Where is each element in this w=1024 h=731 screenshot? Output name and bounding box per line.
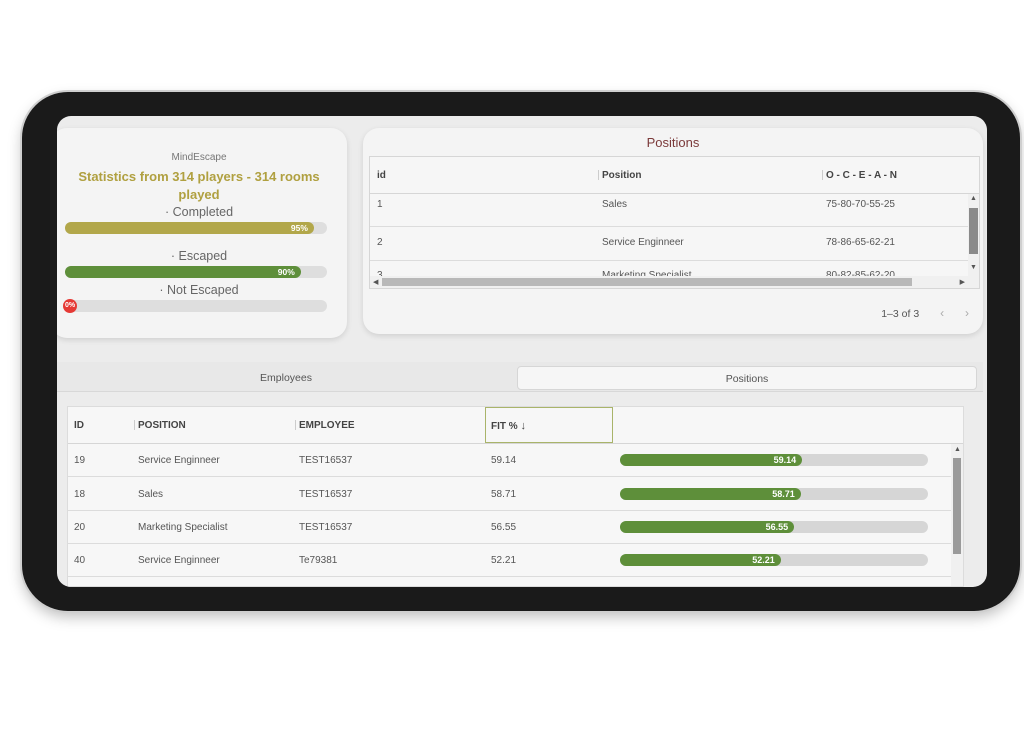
arrow-down-icon[interactable]: ↓ [520, 420, 526, 432]
fit-progress-value: 52.21 [752, 555, 775, 565]
column-header-ocean[interactable]: O - C - E - A - N [826, 170, 897, 181]
progress-value-completed: 95% [290, 223, 308, 233]
progress-value-not-escaped: 0% [63, 299, 77, 313]
fit-progress-fill: 58.71 [620, 488, 801, 500]
pagination-range: 1–3 of 3 [881, 308, 920, 320]
cell-position: Service Enginneer [138, 555, 220, 566]
cell-id: 40 [74, 555, 86, 566]
positions-table: id Position O - C - E - A - N 1 Sales 75… [369, 156, 980, 289]
app-screen: MindEscape Statistics from 314 players -… [57, 116, 987, 587]
column-header-position[interactable]: Position [602, 170, 641, 181]
cell-employee: TEST16537 [299, 455, 353, 466]
table-row[interactable]: 18 Sales TEST16537 58.71 58.71 [68, 478, 963, 511]
cell-position: Sales [602, 199, 628, 210]
scrollbar-thumb[interactable] [953, 458, 961, 554]
employees-table: ID POSITION EMPLOYEE FIT % ↓ 19 Service … [67, 406, 964, 587]
column-header-position[interactable]: POSITION [138, 420, 186, 431]
brand-name: MindEscape [171, 152, 227, 163]
stats-card: MindEscape Statistics from 314 players -… [57, 128, 347, 338]
column-header-fit[interactable]: FIT % ↓ [491, 420, 526, 432]
progress-escaped: 90% [65, 266, 327, 278]
cell-ocean: 75-80-70-55-25 [826, 199, 895, 210]
scroll-right-icon[interactable]: ▶ [960, 278, 965, 286]
positions-vertical-scrollbar[interactable]: ▲ ▼ [968, 194, 979, 277]
table-row[interactable]: 1 Sales 75-80-70-55-25 [370, 194, 979, 227]
tab-bar: Employees Positions [57, 362, 983, 392]
scroll-down-icon[interactable]: ▼ [970, 264, 977, 271]
tab-employees[interactable]: Employees [57, 366, 515, 390]
cell-id: 19 [74, 455, 86, 466]
cell-position: Service Enginneer [138, 455, 220, 466]
fit-progress-bar: 56.55 [620, 521, 928, 533]
progress-fill-escaped: 90% [65, 266, 301, 278]
column-separator[interactable] [295, 420, 296, 430]
scrollbar-thumb[interactable] [382, 278, 912, 286]
employees-vertical-scrollbar[interactable]: ▲ [951, 444, 963, 586]
column-header-id[interactable]: id [377, 170, 386, 181]
cell-employee: TEST16537 [299, 489, 353, 500]
cell-id: 18 [74, 489, 86, 500]
cell-employee: TEST16537 [299, 522, 353, 533]
progress-completed: 95% [65, 222, 327, 234]
cell-ocean: 78-86-65-62-21 [826, 237, 895, 248]
positions-title: Positions [646, 135, 700, 150]
tab-positions[interactable]: Positions [517, 366, 977, 390]
scroll-up-icon[interactable]: ▲ [970, 195, 977, 202]
cell-fit: 58.71 [491, 489, 517, 500]
cell-position: Sales [138, 489, 164, 500]
cell-id: 2 [377, 237, 383, 248]
column-header-id[interactable]: ID [74, 420, 84, 431]
column-header-employee[interactable]: EMPLOYEE [299, 420, 355, 431]
column-separator[interactable] [134, 420, 135, 430]
scrollbar-thumb[interactable] [969, 208, 978, 254]
fit-progress-value: 56.55 [765, 522, 789, 532]
cell-id: 1 [377, 199, 383, 210]
fit-progress-value: 58.71 [772, 489, 795, 499]
column-separator[interactable] [598, 170, 599, 180]
progress-value-escaped: 90% [277, 267, 295, 277]
fit-progress-bar: 58.71 [620, 488, 928, 500]
positions-table-header: id Position O - C - E - A - N [370, 157, 979, 194]
chevron-left-icon[interactable]: ‹ [940, 306, 944, 320]
column-separator[interactable] [822, 170, 823, 180]
cell-id: 20 [74, 522, 86, 533]
fit-progress-fill: 56.55 [620, 521, 795, 533]
positions-horizontal-scrollbar[interactable]: ◀ ▶ [370, 276, 979, 288]
table-row[interactable]: 20 Marketing Specialist TEST16537 56.55 … [68, 511, 963, 544]
scroll-left-icon[interactable]: ◀ [373, 278, 378, 286]
progress-fill-completed: 95% [65, 222, 314, 234]
employees-table-header: ID POSITION EMPLOYEE FIT % ↓ [68, 407, 963, 444]
fit-progress-fill: 59.14 [620, 454, 803, 466]
table-row[interactable]: 40 Service Enginneer Te79381 52.21 52.21 [68, 544, 963, 577]
scroll-up-icon[interactable]: ▲ [954, 446, 961, 453]
positions-card: Positions id Position O - C - E - A - N … [363, 128, 983, 334]
fit-progress-value: 59.14 [773, 455, 797, 465]
cell-position: Marketing Specialist [138, 522, 228, 533]
stat-label-completed: · Completed [164, 205, 234, 219]
fit-progress-bar: 59.14 [620, 454, 928, 466]
progress-not-escaped: 0% [63, 299, 327, 313]
table-row[interactable]: 19 Service Enginneer TEST16537 59.14 59.… [68, 444, 963, 477]
cell-fit: 56.55 [491, 522, 517, 533]
cell-fit: 52.21 [491, 555, 517, 566]
pagination: 1–3 of 3 ‹ › [881, 306, 969, 320]
chevron-right-icon[interactable]: › [965, 306, 969, 320]
table-row[interactable]: 2 Service Enginneer 78-86-65-62-21 [370, 228, 979, 261]
stat-label-escaped: · Escaped [170, 249, 228, 263]
stat-label-not-escaped: · Not Escaped [159, 283, 239, 297]
cell-position: Service Enginneer [602, 237, 684, 248]
fit-progress-bar: 52.21 [620, 554, 928, 566]
stats-title: Statistics from 314 players - 314 rooms … [78, 169, 320, 202]
fit-progress-fill: 52.21 [620, 554, 781, 566]
cell-fit: 59.14 [491, 455, 517, 466]
cell-employee: Te79381 [299, 555, 338, 566]
